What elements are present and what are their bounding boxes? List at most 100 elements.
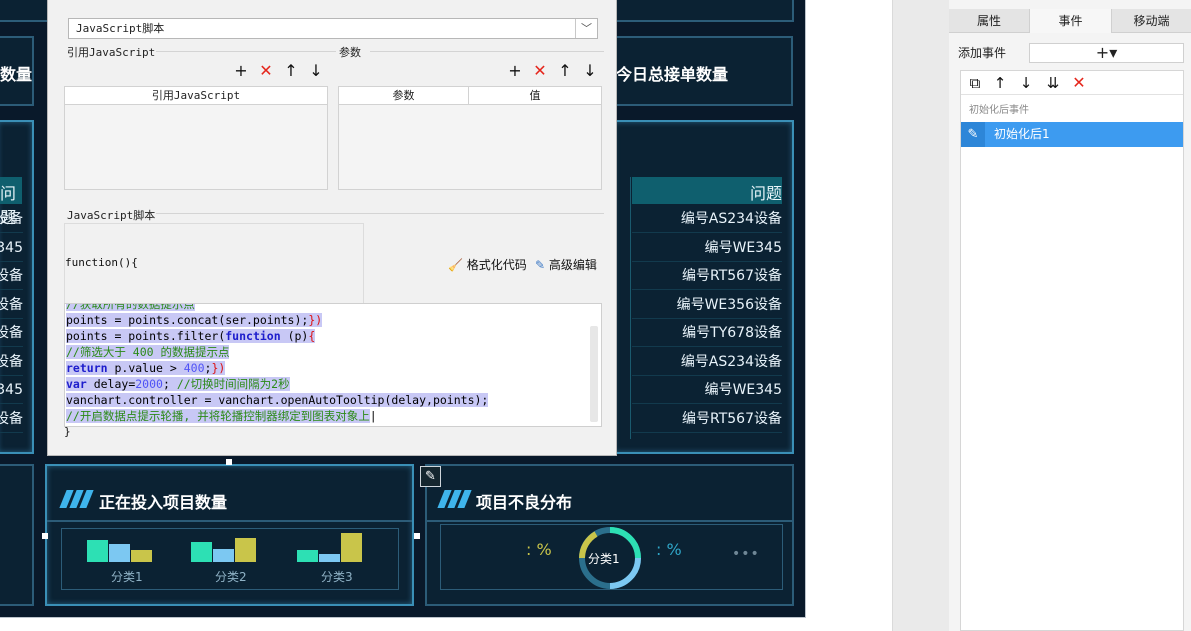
event-item[interactable]: ✎ 初始化后1 bbox=[961, 122, 1183, 147]
table-row: 设备 bbox=[0, 262, 23, 290]
panel-defect-title: 项目不良分布 bbox=[476, 493, 573, 512]
bar-chart: 分类1 分类2 分类3 bbox=[61, 528, 399, 590]
action-type-value: JavaScript脚本 bbox=[76, 22, 165, 35]
table-row: 345 bbox=[0, 376, 23, 404]
screen: 数量 今日总接单数量 问题 问题 编号AS234设备 编号WE345 编号RT567… bbox=[0, 0, 1191, 631]
format-code-label: 格式化代码 bbox=[466, 258, 527, 272]
resize-handle[interactable] bbox=[414, 533, 420, 539]
delete-param-icon[interactable]: ✕ bbox=[531, 62, 549, 80]
move-down-ref-icon[interactable]: ↓ bbox=[307, 62, 325, 80]
bar bbox=[191, 542, 212, 562]
code-line: var delay=2000; //切换时间间隔为2秒 bbox=[65, 376, 290, 392]
code-line-text: //开启数据点提示轮播, 并将轮播控制器绑定到图表对象上 bbox=[66, 409, 370, 423]
add-event-button[interactable]: +▾ bbox=[1029, 43, 1184, 63]
section-line bbox=[370, 51, 604, 52]
column-divider bbox=[630, 177, 631, 439]
tab-mobile[interactable]: 移动端 bbox=[1112, 9, 1191, 33]
bar bbox=[235, 538, 256, 562]
format-code-button[interactable]: 🧹 格式化代码 bbox=[448, 256, 527, 273]
javascript-dialog: JavaScript脚本 ﹀ 引用JavaScript 参数 + ✕ ↑ ↓ +… bbox=[47, 0, 617, 456]
table-row: 设备 bbox=[0, 348, 23, 376]
event-list-panel: ⧉ ↑ ↓ ⇊ ✕ 初始化后事件 ✎ 初始化后1 bbox=[960, 70, 1184, 631]
event-item-label: 初始化后1 bbox=[994, 127, 1050, 141]
table-row: 设备 bbox=[0, 405, 23, 433]
resize-handle[interactable] bbox=[42, 533, 48, 539]
code-line: //筛选大于 400 的数据提示点 bbox=[65, 344, 230, 360]
delete-event-icon[interactable]: ✕ bbox=[1069, 73, 1089, 93]
param-table[interactable]: 参数 值 bbox=[338, 86, 602, 190]
donut-left-percent: % bbox=[536, 540, 552, 559]
x-tick-label: 分类2 bbox=[215, 570, 247, 584]
panel-gutter bbox=[892, 0, 949, 631]
donut-right-percent: % bbox=[666, 540, 682, 559]
move-up-ref-icon[interactable]: ↑ bbox=[282, 62, 300, 80]
table-row: 编号AS234设备 bbox=[632, 205, 782, 233]
broom-icon: 🧹 bbox=[448, 258, 463, 272]
param-column-header[interactable]: 参数 bbox=[339, 87, 469, 105]
more-dots-icon[interactable]: ••• bbox=[732, 546, 760, 562]
code-keyword: return bbox=[66, 361, 108, 375]
action-type-select[interactable]: JavaScript脚本 ﹀ bbox=[68, 18, 598, 39]
code-number: 400 bbox=[183, 361, 205, 375]
add-event-label: 添加事件 bbox=[958, 46, 1007, 60]
section-params-label: 参数 bbox=[339, 44, 365, 60]
bar bbox=[87, 540, 108, 562]
ref-table[interactable]: 引用JavaScript bbox=[64, 86, 328, 190]
x-tick-label: 分类3 bbox=[321, 570, 353, 584]
code-line: //开启数据点提示轮播, 并将轮播控制器绑定到图表对象上| bbox=[65, 408, 377, 424]
code-comment: //切换时间间隔为2秒 bbox=[176, 377, 290, 391]
table-row: 345 bbox=[0, 234, 23, 262]
editor-scrollbar[interactable] bbox=[590, 326, 598, 422]
code-line-part: }) bbox=[308, 313, 323, 327]
table-row: 编号RT567设备 bbox=[632, 262, 782, 290]
bar bbox=[319, 554, 340, 562]
pencil-icon: ✎ bbox=[961, 122, 985, 147]
move-up-param-icon[interactable]: ↑ bbox=[556, 62, 574, 80]
code-line-text: points = points.filter(function (p){ bbox=[66, 329, 316, 343]
event-toolbar: ⧉ ↑ ↓ ⇊ ✕ bbox=[961, 71, 1183, 95]
code-line: //获取所有的数据提示点 bbox=[65, 304, 195, 312]
code-line: points = points.filter(function (p){ bbox=[65, 328, 316, 344]
function-close: } bbox=[64, 425, 71, 438]
move-down-param-icon[interactable]: ↓ bbox=[581, 62, 599, 80]
table-row: 编号AS234设备 bbox=[632, 348, 782, 376]
edit-doc-icon: ✎ bbox=[535, 258, 546, 272]
table-row: 编号WE345 bbox=[632, 376, 782, 404]
move-up-icon[interactable]: ↑ bbox=[990, 73, 1010, 93]
copy-icon[interactable]: ⧉ bbox=[965, 73, 985, 93]
code-line-text: vanchart.controller = vanchart.openAutoT… bbox=[66, 393, 489, 407]
bar bbox=[341, 533, 362, 562]
code-editor[interactable]: //获取所有的数据提示点 points = points.concat(ser.… bbox=[64, 303, 602, 427]
text-cursor: | bbox=[369, 409, 377, 423]
events-caption: 初始化后事件 bbox=[969, 105, 1029, 116]
code-line-text: //获取所有的数据提示点 bbox=[66, 304, 195, 311]
bottom-left-card[interactable] bbox=[0, 464, 34, 606]
ref-column-header[interactable]: 引用JavaScript bbox=[65, 87, 327, 105]
code-line-text: //筛选大于 400 的数据提示点 bbox=[66, 345, 230, 359]
stripes-icon bbox=[437, 490, 475, 508]
code-line: return p.value > 400;}) bbox=[65, 360, 226, 376]
add-param-icon[interactable]: + bbox=[506, 62, 524, 80]
value-column-header[interactable]: 值 bbox=[469, 87, 601, 105]
delete-ref-icon[interactable]: ✕ bbox=[257, 62, 275, 80]
chevron-down-icon[interactable]: ﹀ bbox=[575, 19, 597, 38]
move-down-icon[interactable]: ↓ bbox=[1016, 73, 1036, 93]
section-line bbox=[156, 51, 336, 52]
panel-defect-divider bbox=[427, 520, 792, 522]
tab-properties[interactable]: 属性 bbox=[949, 9, 1029, 33]
edit-icon[interactable]: ✎ bbox=[420, 466, 441, 487]
table-right-header: 问题 bbox=[632, 177, 782, 204]
add-ref-icon[interactable]: + bbox=[232, 62, 250, 80]
code-line-part: points = points.concat(ser.points); bbox=[66, 313, 309, 327]
advanced-edit-button[interactable]: ✎ 高级编辑 bbox=[535, 256, 597, 273]
sort-down-icon[interactable]: ⇊ bbox=[1043, 73, 1063, 93]
bar bbox=[109, 544, 130, 562]
code-line-text: return p.value > 400;}) bbox=[66, 361, 226, 375]
code-line-text: points = points.concat(ser.points);}) bbox=[66, 313, 323, 327]
code-keyword: var bbox=[66, 377, 87, 391]
tab-events[interactable]: 事件 bbox=[1029, 9, 1112, 33]
section-ref-label: 引用JavaScript bbox=[67, 44, 160, 60]
table-row: 设备 bbox=[0, 205, 23, 233]
kpi-left-title: 数量 bbox=[0, 65, 33, 84]
resize-handle[interactable] bbox=[226, 459, 232, 465]
